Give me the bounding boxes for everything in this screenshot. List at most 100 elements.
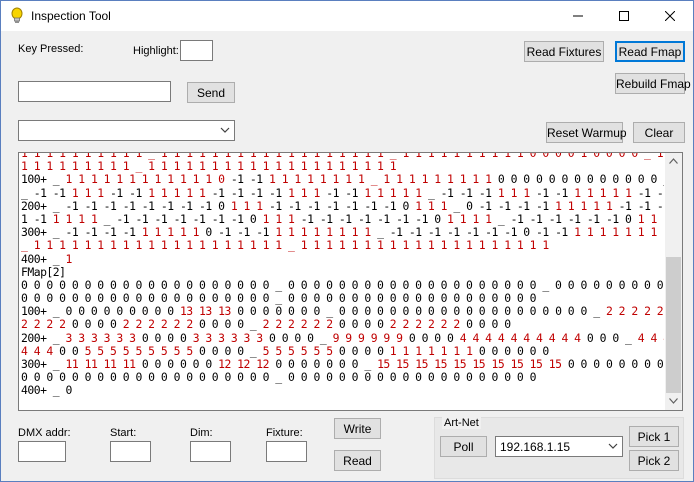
log-output[interactable]: 1 1 1 1 1 1 1 1 1 1 _ 1 1 1 1 1 1 1 1 1 … — [18, 152, 683, 411]
log-segment: 0 0 0 0 0 0 0 0 0 0 0 0 0 0 0 0 0 0 0 0 … — [21, 371, 536, 385]
read-fixtures-button[interactable]: Read Fixtures — [524, 41, 604, 62]
clear-button[interactable]: Clear — [633, 122, 685, 143]
log-segment: 3 3 3 3 3 3 — [192, 331, 269, 345]
log-line: 4 4 4 0 0 5 5 5 5 5 5 5 5 5 0 0 0 0 _ 5 … — [21, 345, 664, 358]
read-fmap-button[interactable]: Read Fmap — [615, 41, 685, 62]
close-button[interactable] — [647, 1, 693, 31]
send-button[interactable]: Send — [187, 82, 235, 103]
log-segment: 1 1 1 1 1 1 1 1 1 1 — [574, 226, 664, 240]
log-segment: 400+ _ 0 — [21, 384, 72, 398]
minimize-button[interactable] — [555, 1, 601, 31]
log-segment: 0 0 0 0 0 0 0 0 0 0 _ 0 0 0 0 0 0 0 0 0 … — [567, 358, 664, 371]
fixture-label: Fixture: — [266, 427, 303, 439]
log-segment: 0 0 0 0 0 0 — [478, 344, 549, 358]
rebuild-fmap-button[interactable]: Rebuild Fmap — [615, 73, 691, 94]
log-segment: 5 5 5 5 5 5 5 5 5 — [84, 344, 200, 358]
log-segment: 2 2 2 2 2 2 — [605, 305, 664, 319]
log-segment: 0 0 — [59, 344, 85, 358]
start-input[interactable] — [110, 441, 151, 462]
log-segment: 9 9 9 9 9 9 — [332, 331, 409, 345]
send-input[interactable] — [18, 81, 171, 102]
pick-1-button[interactable]: Pick 1 — [629, 426, 679, 447]
ip-address-value: 192.168.1.15 — [500, 440, 571, 454]
log-segment: 100+ _ 0 0 0 0 0 0 0 0 0 — [21, 305, 180, 319]
title-bar: Inspection Tool — [1, 1, 693, 31]
log-segment: 1 1 1 1 1 — [574, 186, 638, 200]
dmx-addr-label: DMX addr: — [18, 427, 71, 439]
log-line: FMap[2] — [21, 266, 664, 279]
log-segment: 400+ _ — [21, 252, 66, 266]
log-segment: 1 1 1 1 1 — [364, 186, 428, 200]
log-segment: 1 1 1 1 1 — [148, 186, 212, 200]
log-line: 200+ _ 3 3 3 3 3 3 0 0 0 0 3 3 3 3 3 3 0… — [21, 332, 664, 345]
log-segment: 1 1 1 1 1 1 1 1 1 1 _ 1 1 1 1 1 1 1 1 1 … — [21, 152, 664, 160]
ip-address-combo[interactable]: 192.168.1.15 — [495, 436, 623, 457]
log-segment: -1 -1 — [326, 186, 365, 200]
fixture-input[interactable] — [266, 441, 307, 462]
log-segment: 5 5 5 5 5 5 — [262, 344, 339, 358]
log-segment: 1 — [65, 252, 73, 266]
log-line: 200+ _ -1 -1 -1 -1 -1 -1 -1 -1 0 1 1 1 -… — [21, 200, 664, 213]
log-segment: 4 4 4 4 4 4 4 4 4 4 — [459, 331, 587, 345]
log-segment: _ 1 1 1 1 1 1 1 1 1 1 1 1 1 1 1 1 1 1 1 … — [21, 239, 549, 253]
log-line: 2 2 2 2 0 0 0 0 2 2 2 2 2 2 0 0 0 0 _ 2 … — [21, 318, 664, 331]
log-segment: FMap[2] — [21, 265, 66, 279]
log-segment: 1 1 1 1 1 1 1 — [389, 344, 479, 358]
scroll-up-button[interactable] — [665, 153, 682, 170]
log-segment: 13 13 13 — [179, 305, 238, 319]
maximize-button[interactable] — [601, 1, 647, 31]
log-scrollbar[interactable] — [665, 153, 682, 410]
dim-input[interactable] — [190, 441, 231, 462]
chevron-up-icon — [669, 158, 678, 164]
log-segment: 4 4 4 — [21, 344, 60, 358]
log-segment: _ 0 -1 -1 -1 -1 — [453, 199, 556, 213]
log-line: 100+ _ 0 0 0 0 0 0 0 0 0 13 13 13 0 0 0 … — [21, 305, 664, 318]
poll-button[interactable]: Poll — [440, 436, 487, 457]
close-icon — [664, 10, 676, 22]
highlight-label: Highlight: — [133, 45, 179, 57]
log-segment: -1 -1 — [536, 186, 575, 200]
pick-2-button[interactable]: Pick 2 — [629, 450, 679, 471]
log-segment: 2 2 2 2 2 2 — [389, 318, 467, 332]
log-segment: 1 1 1 — [497, 186, 537, 200]
command-combo[interactable] — [18, 120, 235, 141]
dmx-addr-input[interactable] — [18, 441, 66, 462]
log-segment: 200+ _ -1 -1 -1 -1 -1 -1 -1 -1 0 — [21, 199, 231, 213]
log-segment: 200+ _ — [21, 331, 66, 345]
log-line: 1 1 1 1 1 1 1 1 1 1 _ 1 1 1 1 1 1 1 1 1 … — [21, 152, 664, 160]
write-button[interactable]: Write — [334, 418, 381, 439]
log-line: 1 -1 1 1 1 1 _ -1 -1 -1 -1 -1 -1 -1 0 1 … — [21, 213, 664, 226]
log-line: _ -1 -1 1 1 1 -1 -1 1 1 1 1 1 -1 -1 -1 -… — [21, 187, 664, 200]
log-segment: _ -1 -1 -1 -1 -1 -1 0 — [497, 212, 638, 226]
read-button[interactable]: Read — [334, 450, 381, 471]
log-segment: -1 -1 — [110, 186, 149, 200]
artnet-group-label: Art-Net — [442, 417, 481, 429]
log-segment: 0 0 0 0 — [466, 318, 511, 332]
log-segment: 1 1 1 1 — [52, 212, 104, 226]
log-segment: -1 -1 -1 -1 -1 -1 -1 0 — [268, 199, 416, 213]
log-line: 100+ _ 1 1 1 1 1 1 1 1 1 1 1 1 0 -1 -1 1… — [21, 173, 664, 186]
log-segment: 0 0 0 0 — [141, 331, 193, 345]
log-segment: 300+ _ — [21, 358, 66, 371]
log-segment: -1 -1 -1 -1 -1 -1 -1 0 — [300, 212, 448, 226]
reset-warmup-button[interactable]: Reset Warmup — [546, 122, 627, 143]
log-segment: 15 15 15 15 15 15 15 15 15 15 — [377, 358, 568, 371]
log-line: 400+ _ 1 — [21, 253, 664, 266]
log-segment: 1 1 1 1 1 1 1 1 — [275, 226, 378, 240]
lightbulb-icon — [11, 7, 23, 23]
log-line: 300+ _ 11 11 11 11 0 0 0 0 0 0 12 12 12 … — [21, 358, 664, 371]
scroll-thumb[interactable] — [666, 257, 681, 393]
start-label: Start: — [110, 427, 137, 439]
log-line: 0 0 0 0 0 0 0 0 0 0 0 0 0 0 0 0 0 0 0 0 … — [21, 371, 664, 384]
log-segment: 0 0 0 0 — [408, 331, 460, 345]
log-segment: 12 12 12 — [218, 358, 276, 371]
log-segment: 1 -1 — [21, 212, 53, 226]
log-segment: 0 0 0 0 _ — [268, 331, 333, 345]
log-line: _ 1 1 1 1 1 1 1 1 1 1 1 1 1 1 1 1 1 1 1 … — [21, 239, 664, 252]
log-segment: 1 1 1 — [288, 186, 327, 200]
chevron-down-icon — [608, 443, 618, 449]
log-segment: 0 0 0 0 0 0 0 _ — [275, 358, 378, 371]
scroll-down-button[interactable] — [665, 393, 682, 410]
highlight-input[interactable] — [180, 40, 213, 61]
chevron-down-icon — [220, 127, 230, 133]
